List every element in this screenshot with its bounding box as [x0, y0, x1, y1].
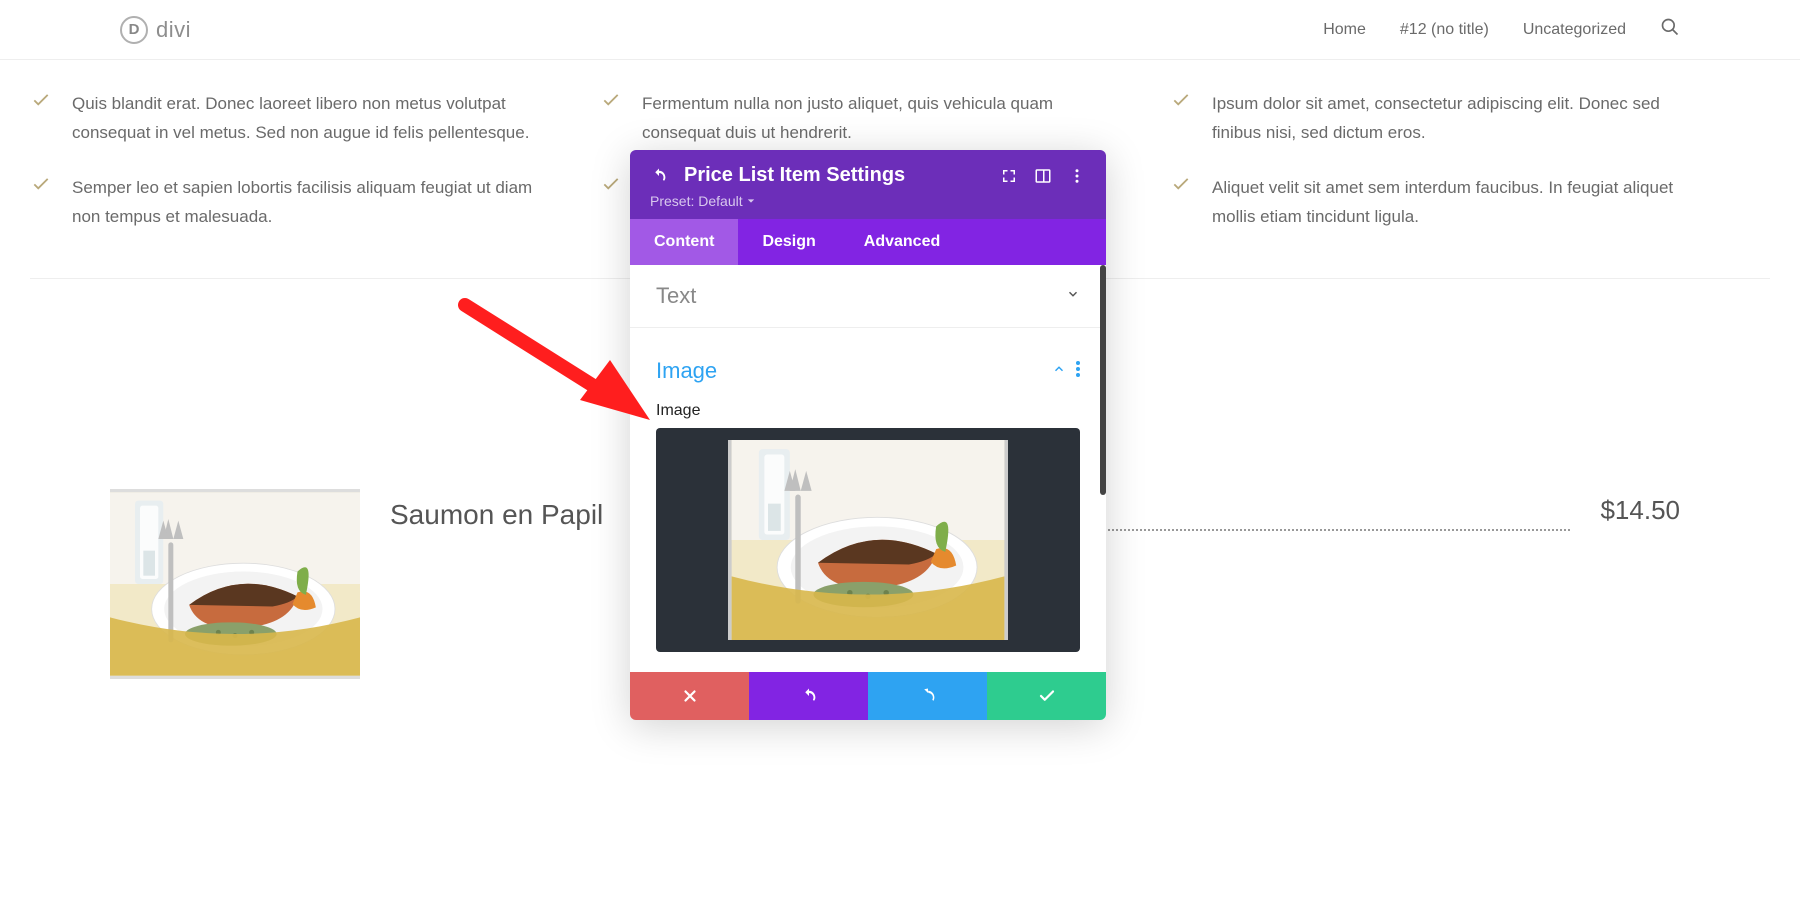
modal-title: Price List Item Settings: [684, 164, 984, 187]
feature-col-3: Ipsum dolor sit amet, consectetur adipis…: [1170, 90, 1680, 258]
fullscreen-icon[interactable]: [1000, 167, 1018, 185]
tab-advanced[interactable]: Advanced: [840, 219, 964, 265]
check-icon: [1170, 90, 1194, 148]
check-icon: [30, 90, 54, 148]
logo-icon: D: [120, 16, 148, 44]
list-item: Semper leo et sapien lobortis facilisis …: [30, 174, 540, 232]
chevron-up-icon: [1052, 362, 1066, 381]
list-item: Quis blandit erat. Donec laoreet libero …: [30, 90, 540, 148]
section-image-label: Image: [656, 358, 717, 384]
list-item-text: Quis blandit erat. Donec laoreet libero …: [72, 90, 540, 148]
list-item: Ipsum dolor sit amet, consectetur adipis…: [1170, 90, 1680, 148]
logo-text: divi: [156, 17, 191, 43]
panel-icon[interactable]: [1034, 167, 1052, 185]
list-item: Fermentum nulla non justo aliquet, quis …: [600, 90, 1110, 148]
logo[interactable]: D divi: [120, 16, 191, 44]
section-text-label: Text: [656, 283, 696, 309]
check-icon: [1170, 174, 1194, 232]
search-icon[interactable]: [1660, 17, 1680, 42]
modal-header[interactable]: Price List Item Settings Preset: Default: [630, 150, 1106, 219]
price-item-price: $14.50: [1600, 489, 1680, 526]
modal-scrollbar[interactable]: [1100, 265, 1106, 495]
kebab-icon[interactable]: [1076, 361, 1080, 382]
undo-arrow-icon[interactable]: [650, 167, 668, 185]
preset-dropdown[interactable]: Preset: Default: [650, 193, 1086, 209]
save-button[interactable]: [987, 672, 1106, 720]
list-item-text: Aliquet velit sit amet sem interdum fauc…: [1212, 174, 1680, 232]
modal-body: Text Image Image: [630, 265, 1106, 652]
feature-col-1: Quis blandit erat. Donec laoreet libero …: [30, 90, 540, 258]
list-item-text: Semper leo et sapien lobortis facilisis …: [72, 174, 540, 232]
settings-modal: Price List Item Settings Preset: Default…: [630, 150, 1106, 720]
nav-uncategorized[interactable]: Uncategorized: [1523, 21, 1626, 39]
cancel-button[interactable]: [630, 672, 749, 720]
check-icon: [30, 174, 54, 232]
image-field-label: Image: [630, 402, 1106, 428]
list-item-text: Fermentum nulla non justo aliquet, quis …: [642, 90, 1110, 148]
undo-button[interactable]: [749, 672, 868, 720]
tab-design[interactable]: Design: [738, 219, 839, 265]
nav-no-title[interactable]: #12 (no title): [1400, 21, 1489, 39]
site-header: D divi Home #12 (no title) Uncategorized: [0, 0, 1800, 60]
modal-footer: [630, 672, 1106, 720]
chevron-down-icon: [1066, 287, 1080, 306]
list-item-text: Ipsum dolor sit amet, consectetur adipis…: [1212, 90, 1680, 148]
nav-home[interactable]: Home: [1323, 21, 1366, 39]
image-upload-box[interactable]: [656, 428, 1080, 652]
modal-tabs: Content Design Advanced: [630, 219, 1106, 265]
preset-label: Preset: Default: [650, 193, 743, 209]
section-image[interactable]: Image: [630, 328, 1106, 402]
kebab-icon[interactable]: [1068, 167, 1086, 185]
check-icon: [600, 90, 624, 148]
image-preview: [728, 440, 1008, 640]
price-item-image[interactable]: [110, 489, 360, 679]
primary-nav: Home #12 (no title) Uncategorized: [1323, 17, 1680, 42]
redo-button[interactable]: [868, 672, 987, 720]
list-item: Aliquet velit sit amet sem interdum fauc…: [1170, 174, 1680, 232]
tab-content[interactable]: Content: [630, 219, 738, 265]
section-text[interactable]: Text: [630, 265, 1106, 328]
check-icon: [600, 174, 624, 203]
